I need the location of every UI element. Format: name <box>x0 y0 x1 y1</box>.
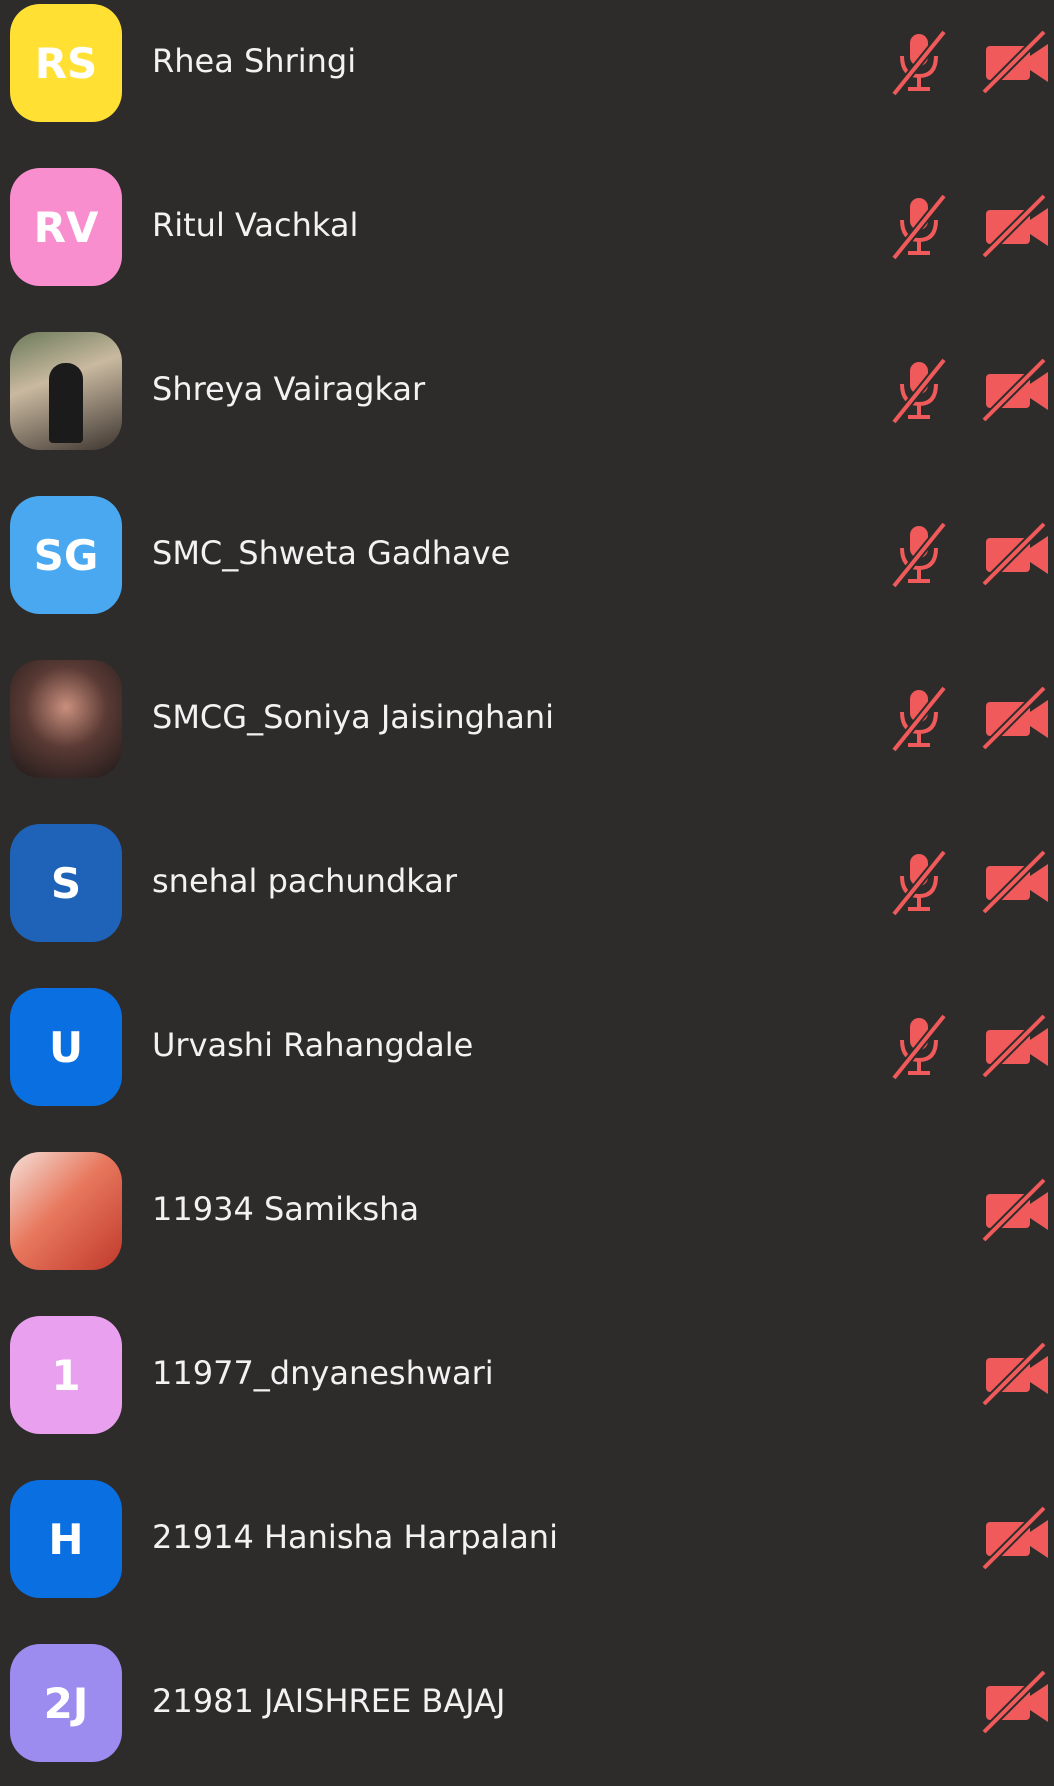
mic-muted-icon[interactable] <box>888 28 950 102</box>
participant-avatar-photo <box>10 660 122 778</box>
participant-name: SMC_Shweta Gadhave <box>152 534 511 572</box>
participant-avatar: RS <box>10 4 122 122</box>
participant-name: Urvashi Rahangdale <box>152 1026 474 1064</box>
video-off-icon[interactable] <box>981 1177 1052 1248</box>
mic-muted-icon[interactable] <box>888 684 950 758</box>
participant-avatar: SG <box>10 496 122 614</box>
participant-row[interactable]: U Urvashi Rahangdale <box>0 966 1054 1130</box>
participants-list: RS Rhea Shringi RV Ritul Vachkal Shreya Vair… <box>0 0 1054 1762</box>
video-off-icon[interactable] <box>981 1669 1052 1740</box>
participant-row[interactable]: Shreya Vairagkar <box>0 310 1054 474</box>
participant-avatar-photo <box>10 332 122 450</box>
participant-name: Ritul Vachkal <box>152 206 359 244</box>
participant-row[interactable]: Ssnehal pachundkar <box>0 802 1054 966</box>
video-off-icon[interactable] <box>981 29 1052 100</box>
video-off-icon[interactable] <box>981 357 1052 428</box>
video-off-icon[interactable] <box>981 849 1052 920</box>
participant-name: Shreya Vairagkar <box>152 370 426 408</box>
video-off-icon[interactable] <box>981 521 1052 592</box>
mic-muted-icon[interactable] <box>888 192 950 266</box>
participant-name: SMCG_Soniya Jaisinghani <box>152 698 554 736</box>
video-off-icon[interactable] <box>981 685 1052 756</box>
participant-name: 21914 Hanisha Harpalani <box>152 1518 558 1556</box>
participant-row[interactable]: 11934 Samiksha <box>0 1130 1054 1294</box>
participant-avatar-photo <box>10 1152 122 1270</box>
participant-row[interactable]: RS Rhea Shringi <box>0 0 1054 146</box>
participant-name: 11977_dnyaneshwari <box>152 1354 494 1392</box>
mic-muted-icon[interactable] <box>888 848 950 922</box>
participant-name: 21981 JAISHREE BAJAJ <box>152 1682 506 1720</box>
participant-row[interactable]: SG SMC_Shweta Gadhave <box>0 474 1054 638</box>
mic-muted-icon[interactable] <box>888 520 950 594</box>
mic-muted-icon[interactable] <box>888 1012 950 1086</box>
participant-row[interactable]: 2J 21981 JAISHREE BAJAJ <box>0 1622 1054 1786</box>
participant-row[interactable]: SMCG_Soniya Jaisinghani <box>0 638 1054 802</box>
participant-avatar: S <box>10 824 122 942</box>
participant-avatar: H <box>10 1480 122 1598</box>
participant-avatar: RV <box>10 168 122 286</box>
video-off-icon[interactable] <box>981 193 1052 264</box>
participant-name: snehal pachundkar <box>152 862 457 900</box>
participant-row[interactable]: H 21914 Hanisha Harpalani <box>0 1458 1054 1622</box>
participant-avatar: U <box>10 988 122 1106</box>
mic-muted-icon[interactable] <box>888 356 950 430</box>
video-off-icon[interactable] <box>981 1505 1052 1576</box>
video-off-icon[interactable] <box>981 1341 1052 1412</box>
participant-row[interactable]: RV Ritul Vachkal <box>0 146 1054 310</box>
video-off-icon[interactable] <box>981 1013 1052 1084</box>
participant-avatar: 2J <box>10 1644 122 1762</box>
participant-row[interactable]: 1 11977_dnyaneshwari <box>0 1294 1054 1458</box>
participant-name: 11934 Samiksha <box>152 1190 420 1228</box>
participant-avatar: 1 <box>10 1316 122 1434</box>
participant-name: Rhea Shringi <box>152 42 357 80</box>
